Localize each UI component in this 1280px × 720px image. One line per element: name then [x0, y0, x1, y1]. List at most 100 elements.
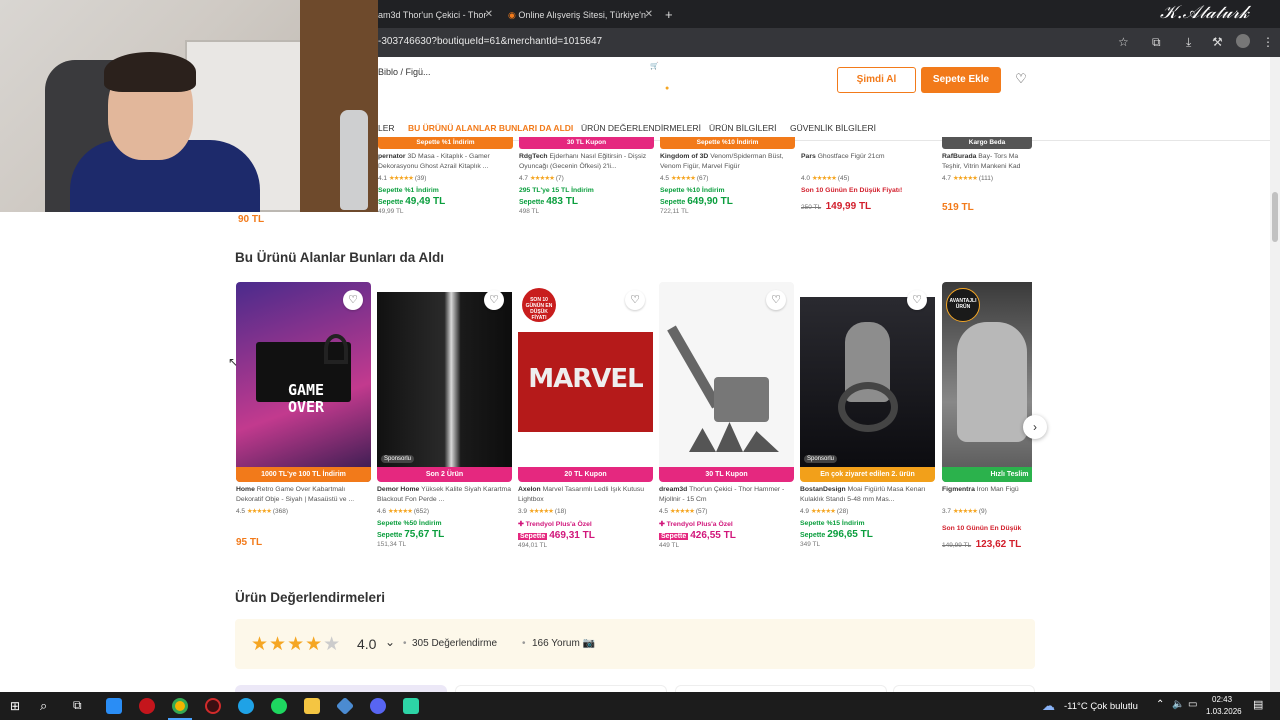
favorite-heart-icon[interactable]: ♡	[484, 290, 504, 310]
buy-now-button[interactable]: Şimdi Al	[837, 67, 916, 93]
person-hair	[104, 52, 196, 92]
favorite-heart-icon[interactable]: ♡	[343, 290, 363, 310]
rating-count: (45)	[837, 175, 850, 182]
profile-avatar-icon[interactable]	[1236, 34, 1250, 48]
product-brand: Home	[236, 486, 255, 493]
store-icon[interactable]	[106, 698, 122, 714]
old-price: 498 TL	[519, 208, 540, 215]
product-card[interactable]: MARVEL SON 10 GÜNÜN EN DÜŞÜK FİYATI ♡ 20…	[518, 282, 653, 572]
close-tab-icon[interactable]: ✕	[485, 4, 493, 26]
product-card[interactable]: 30 TL Kupon RdgTech Ejderhanı Nasıl Eğit…	[519, 137, 654, 237]
notification-icon[interactable]: ▤	[1253, 698, 1263, 711]
subnav-item-also-bought[interactable]: BU ÜRÜNÜ ALANLAR BUNLARI DA ALDI	[408, 123, 573, 133]
product-card[interactable]: ♡ 30 TL Kupon dream3d Thor'un Çekici - T…	[659, 282, 794, 572]
favorite-heart-icon[interactable]: ♡	[766, 290, 786, 310]
basket-price-value: 649,90 TL	[687, 196, 733, 207]
price: 519 TL	[942, 202, 974, 213]
basket-price: Sepette 649,90 TL	[660, 196, 795, 207]
product-name: Axelon Marvel Tasarımlı Ledli Işık Kutus…	[518, 485, 653, 506]
favorite-heart-icon[interactable]: ♡	[1009, 67, 1033, 91]
app-icon[interactable]	[335, 696, 355, 716]
breadcrumb[interactable]: Biblo / Figü...	[378, 67, 431, 77]
extensions-icon[interactable]: ⧉	[1152, 35, 1161, 50]
product-image[interactable]: ♡ 30 TL Kupon	[659, 282, 794, 482]
clock-time[interactable]: 02:43	[1212, 695, 1232, 704]
lowest-price-badge: SON 10 GÜNÜN EN DÜŞÜK FİYATI	[522, 288, 556, 322]
product-badge: 30 TL Kupon	[659, 467, 794, 482]
page-scrollbar[interactable]	[1270, 57, 1280, 692]
review-count[interactable]: 305 Değerlendirme	[412, 638, 497, 649]
url-text[interactable]: -303746630?boutiqueId=61&merchantId=1015…	[378, 36, 602, 47]
product-brand: Axelon	[518, 486, 541, 493]
weather-text[interactable]: -11°C Çok bulutlu	[1064, 701, 1138, 712]
marvel-logo-text: MARVEL	[528, 364, 643, 394]
bookmark-star-icon[interactable]: ☆	[1118, 35, 1129, 49]
download-icon[interactable]: ⤓	[1186, 35, 1191, 50]
carousel-next-button[interactable]: ›	[1023, 415, 1047, 439]
task-view-icon[interactable]: ⧉	[73, 698, 82, 713]
browser-tab[interactable]: am3d Thor'un Çekici - Thor ✕	[378, 4, 493, 26]
rating-value: 4.7	[519, 175, 529, 182]
chevron-down-icon[interactable]: ⌄	[385, 635, 395, 649]
product-image[interactable]: Sponsorlu ♡ Son 2 Ürün	[377, 282, 512, 482]
menu-dots-icon[interactable]: ⋮	[1262, 35, 1274, 49]
separator-dot: •	[522, 638, 526, 649]
close-tab-icon[interactable]: ✕	[645, 4, 653, 26]
product-card[interactable]: Sponsorlu ♡ En çok ziyaret edilen 2. ürü…	[800, 282, 935, 572]
add-to-cart-button[interactable]: Sepete Ekle	[921, 67, 1001, 93]
windows-start-icon[interactable]: ⊞	[10, 699, 20, 713]
favorite-heart-icon[interactable]: ♡	[625, 290, 645, 310]
advantage-badge: AVANTAJLI ÜRÜN	[946, 288, 980, 322]
scrollbar-thumb[interactable]	[1272, 192, 1278, 242]
product-brand: RdgTech	[519, 153, 548, 160]
product-card[interactable]: Sepette %10 İndirim Kingdom of 3D Venom/…	[660, 137, 795, 237]
product-card[interactable]: Sponsorlu ♡ Son 2 Ürün Demor Home Yüksek…	[377, 282, 512, 572]
basket-label: Sepette	[519, 199, 545, 206]
search-icon[interactable]: ⌕	[40, 698, 47, 714]
promo-text: 295 TL'ye 15 TL İndirim	[519, 187, 594, 194]
lowest-price-label: Son 10 Günün En Düşük Fiyatı!	[801, 187, 903, 194]
product-card[interactable]: AVANTAJLI ÜRÜN Hızlı Teslim Figmentra Ir…	[942, 282, 1032, 572]
tools-icon[interactable]: ⚒	[1212, 35, 1223, 49]
rating-value: 4.5	[660, 175, 670, 182]
favorite-heart-icon[interactable]: ♡	[907, 290, 927, 310]
subnav-item-reviews[interactable]: ÜRÜN DEĞERLENDİRMELERİ	[581, 123, 701, 133]
tray-chevron-icon[interactable]: ⌃	[1156, 699, 1164, 710]
app-icon[interactable]	[139, 698, 155, 714]
subnav-item-safety[interactable]: GÜVENLİK BİLGİLERİ	[790, 123, 876, 133]
promo-text: Sepette %15 İndirim	[800, 520, 865, 527]
rating-count: (368)	[272, 508, 288, 515]
product-name: pernator 3D Masa - Kitaplık - Gamer Deko…	[378, 152, 513, 173]
product-card[interactable]: Sepette %1 İndirim pernator 3D Masa - Ki…	[378, 137, 513, 237]
comment-count[interactable]: 166 Yorum 📷	[532, 638, 595, 649]
discord-icon[interactable]	[370, 698, 386, 714]
file-explorer-icon[interactable]	[304, 698, 320, 714]
trendyol-favicon-icon: ◉	[508, 10, 516, 20]
product-image[interactable]: MARVEL SON 10 GÜNÜN EN DÜŞÜK FİYATI ♡ 20…	[518, 282, 653, 482]
network-icon[interactable]: ▭	[1188, 699, 1197, 710]
product-card[interactable]: Pars Ghostface Figür 21cm 4.0 ★★★★★ (45)…	[801, 137, 936, 237]
spotify-icon[interactable]	[271, 698, 287, 714]
basket-label: Sepette	[660, 199, 686, 206]
app-icon[interactable]	[403, 698, 419, 714]
rating-count: (18)	[554, 508, 567, 515]
browser-tab-active[interactable]: ◉ Online Alışveriş Sitesi, Türkiye'n ✕	[508, 4, 653, 26]
product-name: RafBurada Bay- Tors Ma Teşhir, Vitrin Ma…	[942, 152, 1032, 173]
chrome-icon[interactable]	[172, 698, 188, 714]
product-card[interactable]: Kargo Beda RafBurada Bay- Tors Ma Teşhir…	[942, 137, 1032, 237]
product-rating: 3.9 ★★★★★ (18)	[518, 507, 653, 515]
subnav-item-info[interactable]: ÜRÜN BİLGİLERİ	[709, 123, 777, 133]
clock-date[interactable]: 1.03.2026	[1206, 707, 1242, 716]
edge-icon[interactable]	[238, 698, 254, 714]
weather-cloud-icon[interactable]: ☁	[1042, 698, 1055, 714]
opera-icon[interactable]	[205, 698, 221, 714]
new-tab-button[interactable]: +	[665, 4, 679, 26]
product-image[interactable]: AVANTAJLI ÜRÜN Hızlı Teslim	[942, 282, 1032, 482]
product-image[interactable]: GAME OVER ♡ 1000 TL'ye 100 TL İndirim	[236, 282, 371, 482]
star-rating-icon: ★★★★★	[251, 634, 342, 655]
plus-exclusive-label: ✚ Trendyol Plus'a Özel	[659, 521, 733, 528]
product-card[interactable]: GAME OVER ♡ 1000 TL'ye 100 TL İndirim Ho…	[236, 282, 371, 572]
product-image[interactable]: Sponsorlu ♡ En çok ziyaret edilen 2. ürü…	[800, 282, 935, 482]
volume-icon[interactable]: 🔈	[1172, 699, 1184, 710]
subnav-item[interactable]: LER	[378, 123, 395, 133]
